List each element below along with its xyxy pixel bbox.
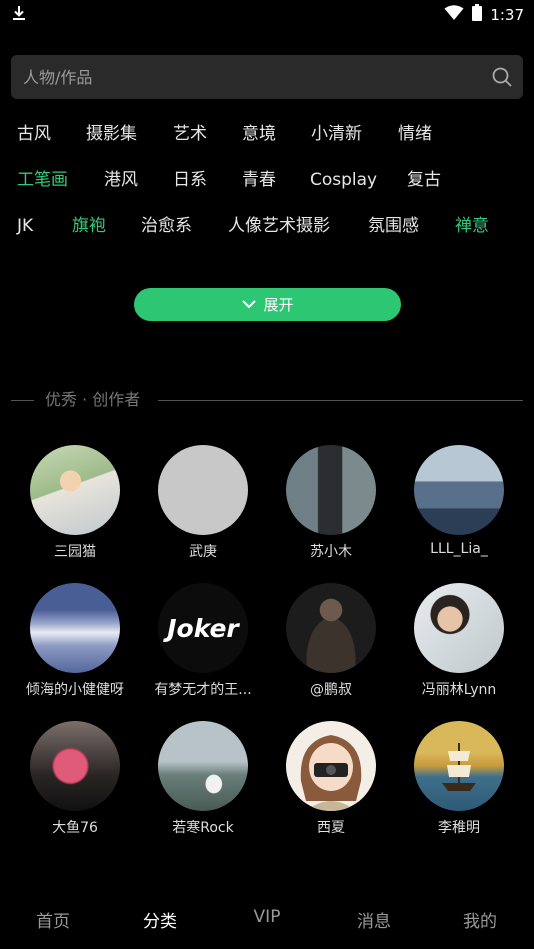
creator-name: 三园猫 [54, 544, 96, 560]
tag-xiaoqingxin[interactable]: 小清新 [311, 114, 362, 154]
tab-messages[interactable]: 消息 [334, 907, 414, 932]
expand-label: 展开 [263, 296, 294, 314]
tag-row-1: 古风 摄影集 艺术 意境 小清新 情绪 [0, 114, 534, 154]
creator-card[interactable]: 大鱼76 [11, 721, 139, 837]
section-header: 优秀 · 创作者 [0, 388, 534, 412]
creator-name: LLL_Lia_ [430, 541, 488, 557]
tag-gangfeng[interactable]: 港风 [104, 160, 138, 200]
tab-category[interactable]: 分类 [120, 907, 200, 932]
status-bar: 1:37 [0, 0, 534, 28]
search-input[interactable] [23, 55, 483, 99]
tag-chanyi[interactable]: 禅意 [455, 206, 489, 246]
section-title: 优秀 · 创作者 [45, 390, 141, 409]
avatar[interactable] [414, 721, 504, 811]
tag-cosplay[interactable]: Cosplay [310, 160, 377, 200]
creator-name: 倾海的小健健呀 [26, 682, 124, 698]
sailing-ship-illustration [442, 743, 476, 791]
tab-home[interactable]: 首页 [13, 907, 93, 932]
tag-rixi[interactable]: 日系 [173, 160, 207, 200]
creator-card[interactable]: 武庚 [139, 445, 267, 561]
creator-card[interactable]: 苏小木 [267, 445, 395, 561]
creator-name: 苏小木 [310, 544, 352, 560]
tag-qingxu[interactable]: 情绪 [398, 114, 432, 154]
creator-card[interactable]: 若寒Rock [139, 721, 267, 837]
creator-card[interactable]: 冯丽林Lynn [395, 583, 523, 699]
chevron-down-icon [241, 296, 257, 314]
creator-name: 若寒Rock [172, 820, 234, 836]
joker-logo-text: Joker [167, 613, 239, 643]
divider-left [11, 400, 34, 401]
tag-row-2: 工笔画 港风 日系 青春 Cosplay 复古 [0, 160, 534, 200]
tag-jk[interactable]: JK [17, 206, 33, 246]
tag-qingchun[interactable]: 青春 [242, 160, 276, 200]
tag-fugu[interactable]: 复古 [407, 160, 441, 200]
avatar[interactable] [286, 721, 376, 811]
avatar[interactable] [414, 445, 504, 535]
creator-name: @鹏叔 [310, 682, 352, 698]
creator-name: 冯丽林Lynn [421, 682, 497, 698]
creator-name: 武庚 [189, 544, 217, 560]
tab-me[interactable]: 我的 [440, 907, 520, 932]
tag-gongbihua[interactable]: 工笔画 [17, 160, 68, 200]
avatar[interactable]: Joker [158, 583, 248, 673]
creator-card[interactable]: Joker 有梦无才的王... [139, 583, 267, 699]
search-bar[interactable] [11, 55, 523, 99]
creator-card[interactable]: LLL_Lia_ [395, 445, 523, 557]
download-icon [12, 5, 26, 25]
avatar[interactable] [158, 721, 248, 811]
avatar[interactable] [158, 445, 248, 535]
creator-card[interactable]: 三园猫 [11, 445, 139, 561]
creator-card[interactable]: @鹏叔 [267, 583, 395, 699]
tab-vip[interactable]: VIP [227, 907, 307, 927]
divider-right [158, 400, 523, 401]
tag-sheyingji[interactable]: 摄影集 [86, 114, 137, 154]
bottom-tab-bar: 首页 分类 VIP 消息 我的 [0, 893, 534, 945]
clock: 1:37 [490, 5, 524, 24]
avatar[interactable] [286, 445, 376, 535]
tag-renxiang-yishu-sheying[interactable]: 人像艺术摄影 [228, 206, 330, 246]
creator-name: 西夏 [317, 820, 345, 836]
avatar[interactable] [30, 445, 120, 535]
creator-card[interactable]: 西夏 [267, 721, 395, 837]
tag-yishu[interactable]: 艺术 [173, 114, 207, 154]
tag-yijing[interactable]: 意境 [242, 114, 276, 154]
battery-icon [472, 4, 483, 25]
tag-qipao[interactable]: 旗袍 [72, 206, 106, 246]
creator-name: 有梦无才的王... [154, 682, 252, 698]
creator-card[interactable]: 李稚明 [395, 721, 523, 837]
avatar[interactable] [30, 721, 120, 811]
tag-fenweigan[interactable]: 氛围感 [368, 206, 419, 246]
avatar[interactable] [286, 583, 376, 673]
cartoon-girl-illustration [300, 735, 362, 811]
tag-row-3: JK 旗袍 治愈系 人像艺术摄影 氛围感 禅意 [0, 206, 534, 246]
creator-name: 李稚明 [438, 820, 480, 836]
creator-card[interactable]: 倾海的小健健呀 [11, 583, 139, 699]
expand-button[interactable]: 展开 [134, 288, 401, 321]
avatar[interactable] [30, 583, 120, 673]
creator-name: 大鱼76 [52, 820, 98, 836]
tag-zhiyuxi[interactable]: 治愈系 [141, 206, 192, 246]
search-icon[interactable] [491, 66, 513, 92]
avatar[interactable] [414, 583, 504, 673]
tag-gufeng[interactable]: 古风 [17, 114, 51, 154]
wifi-icon [444, 4, 464, 25]
